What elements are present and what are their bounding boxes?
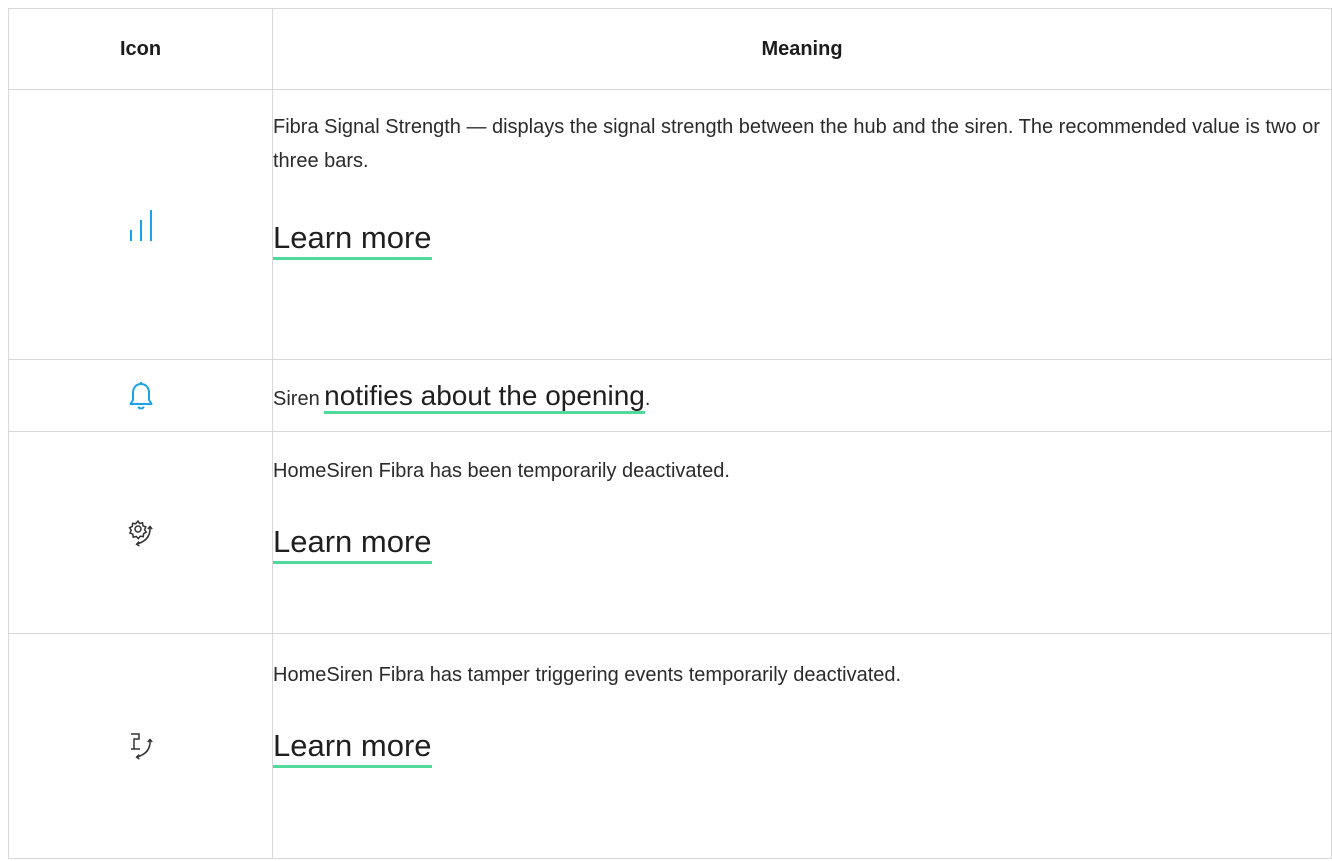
learn-more-link[interactable]: Learn more — [273, 524, 432, 564]
meaning-cell: HomeSiren Fibra has tamper triggering ev… — [272, 633, 1332, 859]
table-header-row: Icon Meaning — [8, 8, 1332, 90]
deactivated-description: HomeSiren Fibra has been temporarily dea… — [273, 460, 730, 482]
table-row: Fibra Signal Strength — displays the sig… — [8, 89, 1332, 360]
siren-text: Siren — [273, 387, 320, 410]
icon-cell — [8, 89, 273, 360]
gear-deactivated-icon — [126, 519, 156, 547]
meaning-cell: Siren notifies about the opening. — [272, 359, 1332, 432]
notifies-about-opening-link[interactable]: notifies about the opening — [324, 379, 645, 414]
table-row: Siren notifies about the opening. — [8, 359, 1332, 432]
tamper-deactivated-description: HomeSiren Fibra has tamper triggering ev… — [273, 664, 902, 686]
tamper-deactivated-icon — [126, 733, 156, 760]
meaning-cell: Fibra Signal Strength — displays the sig… — [272, 89, 1332, 360]
learn-more-link[interactable]: Learn more — [273, 220, 432, 260]
column-header-meaning: Meaning — [272, 8, 1332, 90]
icon-cell — [8, 431, 273, 634]
learn-more-link[interactable]: Learn more — [273, 728, 432, 768]
siren-text-period: . — [644, 387, 651, 410]
icon-legend-table: Icon Meaning Fibra Signal Strength — dis… — [8, 8, 1332, 859]
meaning-cell: HomeSiren Fibra has been temporarily dea… — [272, 431, 1332, 634]
bell-icon — [128, 381, 154, 409]
table-row: HomeSiren Fibra has been temporarily dea… — [8, 431, 1332, 634]
column-header-icon: Icon — [8, 8, 273, 90]
icon-cell — [8, 359, 273, 432]
icon-cell — [8, 633, 273, 859]
table-row: HomeSiren Fibra has tamper triggering ev… — [8, 633, 1332, 859]
signal-strength-description: Fibra Signal Strength — displays the sig… — [273, 116, 1320, 172]
signal-strength-icon — [127, 209, 155, 241]
